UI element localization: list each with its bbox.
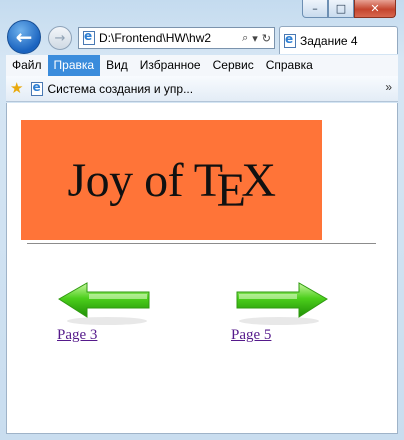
favorite-page-icon <box>31 80 44 96</box>
next-page-link[interactable]: Page 5 <box>231 327 271 344</box>
search-icon[interactable]: ⌕ <box>242 32 248 45</box>
prev-page-link[interactable]: Page 3 <box>57 327 97 344</box>
menu-item[interactable]: Правка <box>47 55 101 76</box>
favorites-bar: ★ Система создания и упр... » <box>6 76 398 102</box>
forward-button[interactable]: → <box>48 26 72 50</box>
maximize-button[interactable]: □ <box>328 0 354 18</box>
window-controls: – □ ✕ <box>302 0 396 18</box>
menu-item[interactable]: Файл <box>6 55 48 76</box>
favorites-star-icon[interactable]: ★ <box>10 81 23 96</box>
favorite-item[interactable]: Система создания и упр... <box>47 82 193 96</box>
page-content: Joy of TEX Page 3 Page 5 <box>6 103 398 434</box>
logo-text-part3: X <box>241 153 276 207</box>
logo-text-part1: Joy of T <box>67 153 223 207</box>
tab-page-icon <box>284 32 296 48</box>
browser-window: – □ ✕ ← → D:\Frontend\HW\hw2 ⌕ ▾ ↻ Задан… <box>0 0 404 440</box>
refresh-icon[interactable]: ↻ <box>262 32 271 45</box>
tab-active[interactable]: Задание 4 <box>279 26 398 54</box>
address-text[interactable]: D:\Frontend\HW\hw2 <box>99 31 242 45</box>
menu-bar: Файл Правка Вид Избранное Сервис Справка <box>6 55 398 76</box>
logo-banner: Joy of TEX <box>21 120 322 240</box>
menu-item[interactable]: Избранное <box>134 55 207 76</box>
address-bar[interactable]: D:\Frontend\HW\hw2 ⌕ ▾ ↻ <box>78 27 275 49</box>
menu-item[interactable]: Сервис <box>207 55 260 76</box>
chevron-down-icon[interactable]: ▾ <box>252 32 258 45</box>
menu-item[interactable]: Вид <box>100 55 134 76</box>
page-icon <box>83 29 95 45</box>
close-button[interactable]: ✕ <box>354 0 396 18</box>
logo-text: Joy of TEX <box>67 153 276 217</box>
right-arrow-icon[interactable] <box>233 281 329 327</box>
menu-item[interactable]: Справка <box>260 55 319 76</box>
tab-title: Задание 4 <box>300 33 358 48</box>
back-button[interactable]: ← <box>7 20 41 54</box>
logo-text-e: E <box>216 163 246 217</box>
left-arrow-icon[interactable] <box>57 281 153 327</box>
more-favorites-icon[interactable]: » <box>385 80 392 94</box>
horizontal-divider <box>27 243 376 244</box>
back-arrow-icon: ← <box>15 25 33 49</box>
minimize-button[interactable]: – <box>302 0 328 18</box>
forward-arrow-icon: → <box>54 30 66 46</box>
